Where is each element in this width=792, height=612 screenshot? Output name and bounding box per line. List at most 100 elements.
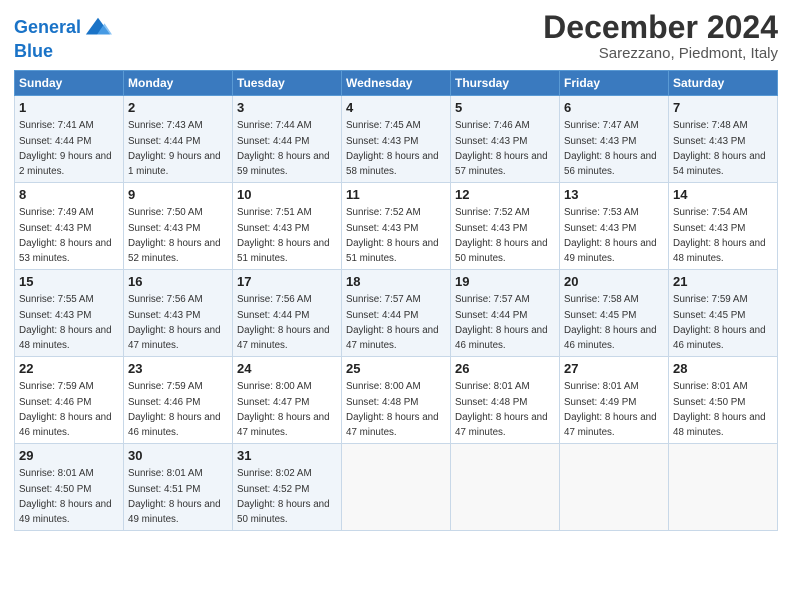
day-info: Sunrise: 7:52 AMSunset: 4:43 PMDaylight:… (455, 207, 548, 264)
month-title: December 2024 (543, 10, 778, 45)
calendar-cell: 16 Sunrise: 7:56 AMSunset: 4:43 PMDaylig… (124, 270, 233, 357)
day-number: 24 (237, 360, 337, 378)
day-number: 16 (128, 273, 228, 291)
day-info: Sunrise: 7:54 AMSunset: 4:43 PMDaylight:… (673, 207, 766, 264)
day-info: Sunrise: 7:56 AMSunset: 4:44 PMDaylight:… (237, 294, 330, 351)
day-number: 23 (128, 360, 228, 378)
day-info: Sunrise: 7:43 AMSunset: 4:44 PMDaylight:… (128, 120, 221, 177)
calendar-cell: 20 Sunrise: 7:58 AMSunset: 4:45 PMDaylig… (560, 270, 669, 357)
calendar-cell: 27 Sunrise: 8:01 AMSunset: 4:49 PMDaylig… (560, 357, 669, 444)
day-info: Sunrise: 7:56 AMSunset: 4:43 PMDaylight:… (128, 294, 221, 351)
day-number: 26 (455, 360, 555, 378)
weekday-header-thursday: Thursday (451, 71, 560, 96)
day-number: 19 (455, 273, 555, 291)
logo: General Blue (14, 14, 112, 62)
calendar-cell: 17 Sunrise: 7:56 AMSunset: 4:44 PMDaylig… (233, 270, 342, 357)
day-number: 18 (346, 273, 446, 291)
day-info: Sunrise: 7:46 AMSunset: 4:43 PMDaylight:… (455, 120, 548, 177)
day-info: Sunrise: 7:47 AMSunset: 4:43 PMDaylight:… (564, 120, 657, 177)
day-info: Sunrise: 7:44 AMSunset: 4:44 PMDaylight:… (237, 120, 330, 177)
calendar-cell: 9 Sunrise: 7:50 AMSunset: 4:43 PMDayligh… (124, 183, 233, 270)
header: General Blue December 2024 Sarezzano, Pi… (14, 10, 778, 62)
calendar-cell: 28 Sunrise: 8:01 AMSunset: 4:50 PMDaylig… (669, 357, 778, 444)
day-info: Sunrise: 8:01 AMSunset: 4:50 PMDaylight:… (673, 381, 766, 438)
calendar-cell: 14 Sunrise: 7:54 AMSunset: 4:43 PMDaylig… (669, 183, 778, 270)
day-info: Sunrise: 7:59 AMSunset: 4:45 PMDaylight:… (673, 294, 766, 351)
day-info: Sunrise: 7:53 AMSunset: 4:43 PMDaylight:… (564, 207, 657, 264)
calendar-cell: 21 Sunrise: 7:59 AMSunset: 4:45 PMDaylig… (669, 270, 778, 357)
day-info: Sunrise: 8:00 AMSunset: 4:48 PMDaylight:… (346, 381, 439, 438)
day-number: 5 (455, 99, 555, 117)
day-info: Sunrise: 8:01 AMSunset: 4:50 PMDaylight:… (19, 468, 112, 525)
day-info: Sunrise: 7:57 AMSunset: 4:44 PMDaylight:… (455, 294, 548, 351)
day-info: Sunrise: 8:01 AMSunset: 4:49 PMDaylight:… (564, 381, 657, 438)
day-number: 4 (346, 99, 446, 117)
weekday-header-sunday: Sunday (15, 71, 124, 96)
calendar-week-row: 8 Sunrise: 7:49 AMSunset: 4:43 PMDayligh… (15, 183, 778, 270)
day-number: 25 (346, 360, 446, 378)
calendar-cell: 18 Sunrise: 7:57 AMSunset: 4:44 PMDaylig… (342, 270, 451, 357)
calendar-cell: 30 Sunrise: 8:01 AMSunset: 4:51 PMDaylig… (124, 444, 233, 531)
calendar-cell: 29 Sunrise: 8:01 AMSunset: 4:50 PMDaylig… (15, 444, 124, 531)
calendar-cell: 2 Sunrise: 7:43 AMSunset: 4:44 PMDayligh… (124, 96, 233, 183)
day-info: Sunrise: 7:41 AMSunset: 4:44 PMDaylight:… (19, 120, 112, 177)
day-number: 13 (564, 186, 664, 204)
day-number: 28 (673, 360, 773, 378)
calendar-cell: 22 Sunrise: 7:59 AMSunset: 4:46 PMDaylig… (15, 357, 124, 444)
day-info: Sunrise: 7:55 AMSunset: 4:43 PMDaylight:… (19, 294, 112, 351)
logo-text-blue: Blue (14, 42, 112, 62)
day-number: 22 (19, 360, 119, 378)
day-info: Sunrise: 7:51 AMSunset: 4:43 PMDaylight:… (237, 207, 330, 264)
day-info: Sunrise: 8:01 AMSunset: 4:51 PMDaylight:… (128, 468, 221, 525)
day-info: Sunrise: 7:59 AMSunset: 4:46 PMDaylight:… (19, 381, 112, 438)
day-info: Sunrise: 7:50 AMSunset: 4:43 PMDaylight:… (128, 207, 221, 264)
day-number: 15 (19, 273, 119, 291)
day-number: 27 (564, 360, 664, 378)
calendar-cell: 25 Sunrise: 8:00 AMSunset: 4:48 PMDaylig… (342, 357, 451, 444)
day-number: 30 (128, 447, 228, 465)
calendar-cell: 11 Sunrise: 7:52 AMSunset: 4:43 PMDaylig… (342, 183, 451, 270)
day-number: 29 (19, 447, 119, 465)
day-info: Sunrise: 8:01 AMSunset: 4:48 PMDaylight:… (455, 381, 548, 438)
day-number: 6 (564, 99, 664, 117)
day-info: Sunrise: 7:58 AMSunset: 4:45 PMDaylight:… (564, 294, 657, 351)
day-number: 2 (128, 99, 228, 117)
calendar-cell: 3 Sunrise: 7:44 AMSunset: 4:44 PMDayligh… (233, 96, 342, 183)
calendar-cell: 6 Sunrise: 7:47 AMSunset: 4:43 PMDayligh… (560, 96, 669, 183)
calendar-cell: 31 Sunrise: 8:02 AMSunset: 4:52 PMDaylig… (233, 444, 342, 531)
day-info: Sunrise: 8:02 AMSunset: 4:52 PMDaylight:… (237, 468, 330, 525)
logo-icon (84, 14, 112, 42)
weekday-header-saturday: Saturday (669, 71, 778, 96)
calendar-cell: 23 Sunrise: 7:59 AMSunset: 4:46 PMDaylig… (124, 357, 233, 444)
calendar-week-row: 29 Sunrise: 8:01 AMSunset: 4:50 PMDaylig… (15, 444, 778, 531)
day-number: 7 (673, 99, 773, 117)
calendar-week-row: 15 Sunrise: 7:55 AMSunset: 4:43 PMDaylig… (15, 270, 778, 357)
calendar-cell: 8 Sunrise: 7:49 AMSunset: 4:43 PMDayligh… (15, 183, 124, 270)
calendar-cell: 1 Sunrise: 7:41 AMSunset: 4:44 PMDayligh… (15, 96, 124, 183)
calendar-table: SundayMondayTuesdayWednesdayThursdayFrid… (14, 70, 778, 531)
weekday-header-tuesday: Tuesday (233, 71, 342, 96)
calendar-cell: 10 Sunrise: 7:51 AMSunset: 4:43 PMDaylig… (233, 183, 342, 270)
calendar-container: General Blue December 2024 Sarezzano, Pi… (0, 0, 792, 541)
weekday-header-wednesday: Wednesday (342, 71, 451, 96)
calendar-cell (669, 444, 778, 531)
calendar-cell: 13 Sunrise: 7:53 AMSunset: 4:43 PMDaylig… (560, 183, 669, 270)
title-area: December 2024 Sarezzano, Piedmont, Italy (543, 10, 778, 62)
day-number: 10 (237, 186, 337, 204)
calendar-cell: 4 Sunrise: 7:45 AMSunset: 4:43 PMDayligh… (342, 96, 451, 183)
day-number: 1 (19, 99, 119, 117)
calendar-week-row: 1 Sunrise: 7:41 AMSunset: 4:44 PMDayligh… (15, 96, 778, 183)
day-info: Sunrise: 8:00 AMSunset: 4:47 PMDaylight:… (237, 381, 330, 438)
day-info: Sunrise: 7:48 AMSunset: 4:43 PMDaylight:… (673, 120, 766, 177)
calendar-cell (451, 444, 560, 531)
logo-text: General (14, 18, 81, 38)
calendar-cell (342, 444, 451, 531)
calendar-cell (560, 444, 669, 531)
day-number: 8 (19, 186, 119, 204)
calendar-cell: 15 Sunrise: 7:55 AMSunset: 4:43 PMDaylig… (15, 270, 124, 357)
day-info: Sunrise: 7:59 AMSunset: 4:46 PMDaylight:… (128, 381, 221, 438)
day-number: 3 (237, 99, 337, 117)
calendar-cell: 24 Sunrise: 8:00 AMSunset: 4:47 PMDaylig… (233, 357, 342, 444)
day-number: 31 (237, 447, 337, 465)
day-info: Sunrise: 7:49 AMSunset: 4:43 PMDaylight:… (19, 207, 112, 264)
